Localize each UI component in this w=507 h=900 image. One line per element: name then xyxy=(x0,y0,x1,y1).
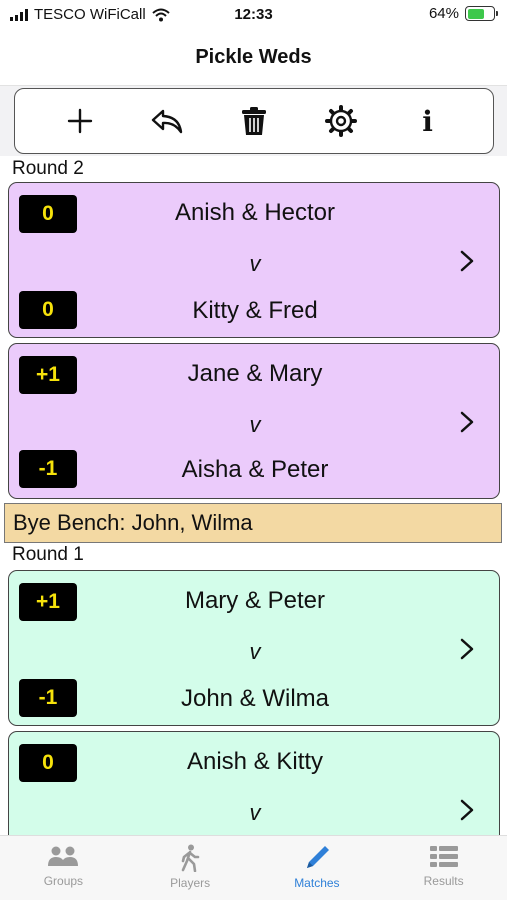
nav-bar: Pickle Weds xyxy=(0,30,507,86)
trash-icon xyxy=(241,107,266,135)
battery-fill xyxy=(467,8,484,19)
chevron-right-icon xyxy=(460,250,474,272)
team-name: Aisha & Peter xyxy=(181,456,329,483)
chevron-right-icon xyxy=(460,411,474,433)
chevron-right-icon xyxy=(460,799,474,821)
delete-button[interactable] xyxy=(232,99,276,143)
team-name: Kitty & Fred xyxy=(192,297,318,324)
versus-label: v xyxy=(249,800,261,825)
tab-results[interactable]: Results xyxy=(380,836,507,900)
status-right: 64% xyxy=(428,5,498,22)
status-bar: TESCO WiFiCall 12:33 64% xyxy=(0,0,507,30)
undo-button[interactable] xyxy=(145,99,189,143)
battery-percent: 64% xyxy=(428,5,459,22)
team-name: John & Wilma xyxy=(180,685,330,712)
team-name: Mary & Peter xyxy=(184,587,326,614)
match-card[interactable]: +1 Mary & Peter v -1 John & Wilma xyxy=(8,570,500,726)
versus-label: v xyxy=(249,412,261,437)
tab-label: Players xyxy=(170,876,211,890)
tab-label: Matches xyxy=(294,876,340,890)
info-icon: i xyxy=(422,104,433,138)
team-name: Anish & Kitty xyxy=(186,748,324,775)
match-card[interactable]: 0 Anish & Hector v 0 Kitty & Fred xyxy=(8,182,500,338)
team-name: Anish & Hector xyxy=(174,199,336,226)
gear-icon xyxy=(324,105,357,137)
tab-bar: Groups Players Matches Results xyxy=(0,835,507,900)
list-icon xyxy=(429,846,458,867)
versus-label: v xyxy=(249,251,261,276)
bye-bench: Bye Bench: John, Wilma xyxy=(4,503,502,543)
match-list[interactable]: Round 2 0 Anish & Hector v 0 Kitty & Fre… xyxy=(0,156,507,835)
battery-icon xyxy=(465,6,498,21)
match-card[interactable]: 0 Anish & Kitty v xyxy=(8,731,500,835)
tab-players[interactable]: Players xyxy=(127,836,254,900)
add-button[interactable] xyxy=(58,99,102,143)
pencil-icon xyxy=(306,846,329,868)
toolbar: i xyxy=(14,88,494,154)
tab-label: Groups xyxy=(43,874,84,888)
team-name: Jane & Mary xyxy=(187,360,323,387)
match-card[interactable]: +1 Jane & Mary v -1 Aisha & Peter xyxy=(8,343,500,499)
versus-label: v xyxy=(249,639,261,664)
tab-matches[interactable]: Matches xyxy=(254,836,381,900)
page-title: Pickle Weds xyxy=(195,46,312,68)
settings-button[interactable] xyxy=(319,99,363,143)
tab-groups[interactable]: Groups xyxy=(0,836,127,900)
tab-label: Results xyxy=(423,874,464,888)
group-icon xyxy=(48,846,79,866)
undo-icon xyxy=(151,109,183,134)
walking-person-icon xyxy=(181,844,200,872)
chevron-right-icon xyxy=(460,638,474,660)
round-label: Round 2 xyxy=(12,158,84,179)
info-button[interactable]: i xyxy=(406,99,450,143)
round-label: Round 1 xyxy=(12,544,84,565)
plus-icon xyxy=(68,108,93,134)
